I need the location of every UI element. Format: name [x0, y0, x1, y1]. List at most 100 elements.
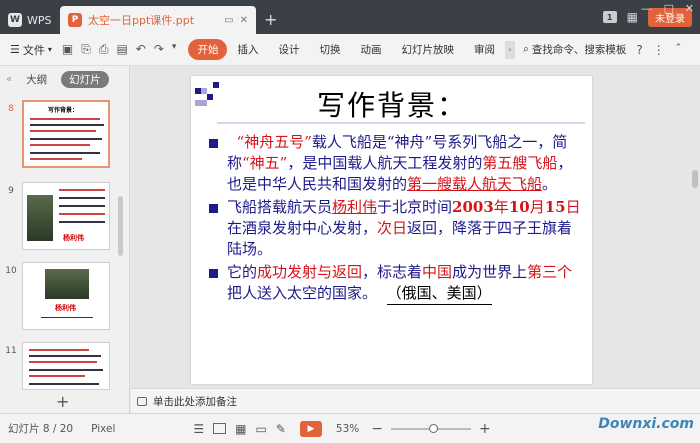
search-icon: ⌕ — [522, 43, 529, 55]
normal-view-icon[interactable] — [213, 423, 227, 434]
slide-thumbnail[interactable]: 杨利伟 — [22, 182, 110, 250]
thumbnail-text-line — [30, 124, 104, 126]
play-slideshow-button[interactable]: ▶ — [299, 420, 322, 437]
document-tab[interactable]: P 太空一日ppt课件.ppt ▭ ✕ — [60, 6, 256, 34]
text-span: （俄国、美国） — [386, 283, 492, 305]
file-menu[interactable]: ☰ 文件 ▾ — [10, 42, 52, 58]
more-icon[interactable]: ⋮ — [653, 43, 665, 57]
slide-thumbnail[interactable]: 杨利伟 — [22, 262, 110, 330]
zoom-level[interactable]: 53% — [336, 423, 359, 435]
text-span: 把人送入太空的国家。 — [227, 284, 378, 302]
thumbnail-text-line — [30, 138, 102, 140]
text-span: 第一艘载人航天飞船 — [407, 175, 543, 193]
zoom-out-icon[interactable]: − — [371, 421, 383, 437]
chevron-down-icon: ▾ — [47, 45, 52, 54]
monitor-icon[interactable]: ▭ — [224, 15, 233, 26]
tab-home[interactable]: 开始 — [188, 39, 228, 60]
undo-icon[interactable]: ↶ — [136, 42, 146, 57]
save-icon[interactable]: ▣ — [62, 42, 73, 57]
thumbnail-text-line — [30, 144, 90, 146]
text-span: 。 — [542, 175, 558, 193]
wps-home-tab[interactable]: W WPS — [0, 6, 60, 34]
thumbnail-name: 杨利伟 — [63, 234, 84, 242]
list-icon[interactable]: ☰ — [193, 422, 204, 436]
maximize-icon[interactable]: □ — [664, 2, 674, 15]
tab-outline[interactable]: 大纲 — [18, 71, 55, 88]
status-bar: 幻灯片 8 / 20 Pixel ☰ ▦ ▭ ✎ ▶ 53% − + — [0, 413, 700, 443]
text-span: 月 — [529, 198, 545, 216]
text-span: 它的 — [227, 263, 258, 281]
tabs-scroll-right-icon[interactable]: › — [504, 40, 515, 59]
slide-number: 10 — [5, 266, 17, 276]
thumbnail-text-line — [59, 205, 105, 207]
slide-thumbnail-row: 8 写作背景： — [0, 100, 124, 168]
thumbnail-text-line — [59, 189, 105, 191]
quick-access: ▣ ⎘ ⎙ ▤ ↶ ↷ ▾ — [62, 42, 177, 57]
text-span: 10 — [508, 198, 530, 216]
print-icon[interactable]: ⎙ — [99, 42, 109, 57]
text-span: 15 — [544, 198, 566, 216]
tab-animation[interactable]: 动画 — [350, 42, 391, 57]
decor-square — [213, 82, 219, 88]
help-icon[interactable]: ? — [636, 43, 642, 57]
text-span: 飞船搭载航天员 — [227, 198, 333, 216]
text-span: 日 — [565, 198, 581, 216]
hamburger-icon: ☰ — [10, 43, 20, 56]
more-chevron-icon[interactable]: ▾ — [172, 42, 177, 57]
close-tab-icon[interactable]: ✕ — [240, 15, 248, 26]
close-window-icon[interactable]: ✕ — [685, 2, 694, 15]
redo-icon[interactable]: ↷ — [154, 42, 164, 57]
tab-slideshow[interactable]: 幻灯片放映 — [391, 42, 464, 57]
notes-view-icon[interactable]: ✎ — [276, 422, 286, 436]
tab-insert[interactable]: 插入 — [227, 42, 268, 57]
slide-thumbnail[interactable] — [22, 342, 110, 390]
thumbnail-text-line — [59, 213, 105, 215]
tab-review[interactable]: 审阅 — [464, 42, 505, 57]
wps-tab-label: WPS — [27, 13, 52, 27]
zoom-slider-handle[interactable] — [428, 423, 438, 433]
slide[interactable]: 写作背景： “神舟五号”载人飞船是“神舟”号系列飞船之一，简称“神五”，是中国载… — [191, 76, 592, 384]
reading-view-icon[interactable]: ▭ — [256, 422, 267, 436]
font-name[interactable]: Pixel — [91, 423, 115, 435]
text-span: 年 — [493, 198, 509, 216]
canvas-scrollbar[interactable] — [692, 170, 698, 188]
add-tab-icon[interactable]: + — [264, 10, 277, 29]
thumbnail-text-line — [29, 355, 101, 357]
add-slide-icon[interactable]: + — [56, 392, 69, 411]
text-span: ，是中国载人航天工程发射的 — [287, 154, 483, 172]
text-span: 2003 — [452, 198, 494, 216]
slide-title: 写作背景： — [317, 89, 468, 122]
tab-design[interactable]: 设计 — [268, 42, 309, 57]
grid-icon[interactable]: ▦ — [627, 10, 638, 24]
thumbnail-text-line — [29, 361, 97, 363]
ribbon-tabs: 开始 插入 设计 切换 动画 幻灯片放映 审阅 › — [188, 39, 515, 60]
thumbnail-text-line — [30, 118, 100, 120]
window-count-badge[interactable]: 1 — [602, 11, 617, 23]
preview-icon[interactable]: ▤ — [116, 42, 127, 57]
thumbnail-title: 写作背景： — [48, 107, 79, 114]
tab-slides[interactable]: 幻灯片 — [61, 70, 109, 88]
zoom-slider[interactable] — [390, 423, 471, 433]
text-span: 成为世界上 — [452, 263, 528, 281]
thumbnail-scrollbar[interactable] — [118, 196, 123, 256]
zoom-in-icon[interactable]: + — [479, 421, 491, 437]
thumbnail-photo — [27, 195, 53, 241]
toolbar-right: ? ⋮ ⌃ — [636, 43, 682, 57]
tab-transition[interactable]: 切换 — [309, 42, 350, 57]
thumbnail-text-line — [59, 221, 105, 223]
notes-bar[interactable]: 单击此处添加备注 — [131, 388, 700, 413]
thumbnail-text-line — [29, 375, 85, 377]
text-span: 在酒泉发射中心发射， — [227, 219, 378, 237]
search-command[interactable]: ⌕ 查找命令、搜索模板 — [523, 42, 626, 57]
collapse-panel-icon[interactable]: « — [6, 74, 12, 85]
slide-number: 8 — [8, 104, 14, 114]
watermark: Downxi.com — [598, 416, 694, 432]
collapse-ribbon-icon[interactable]: ⌃ — [675, 43, 683, 57]
bullet-item: “神舟五号”载人飞船是“神舟”号系列飞船之一，简称“神五”，是中国载人航天工程发… — [209, 132, 585, 195]
export-icon[interactable]: ⎘ — [81, 42, 91, 57]
slide-thumbnail[interactable]: 写作背景： — [22, 100, 110, 168]
sorter-view-icon[interactable]: ▦ — [235, 422, 246, 436]
minimize-icon[interactable]: — — [641, 2, 652, 15]
decor-square — [195, 100, 201, 106]
thumbnail-name: 杨利伟 — [55, 304, 76, 312]
